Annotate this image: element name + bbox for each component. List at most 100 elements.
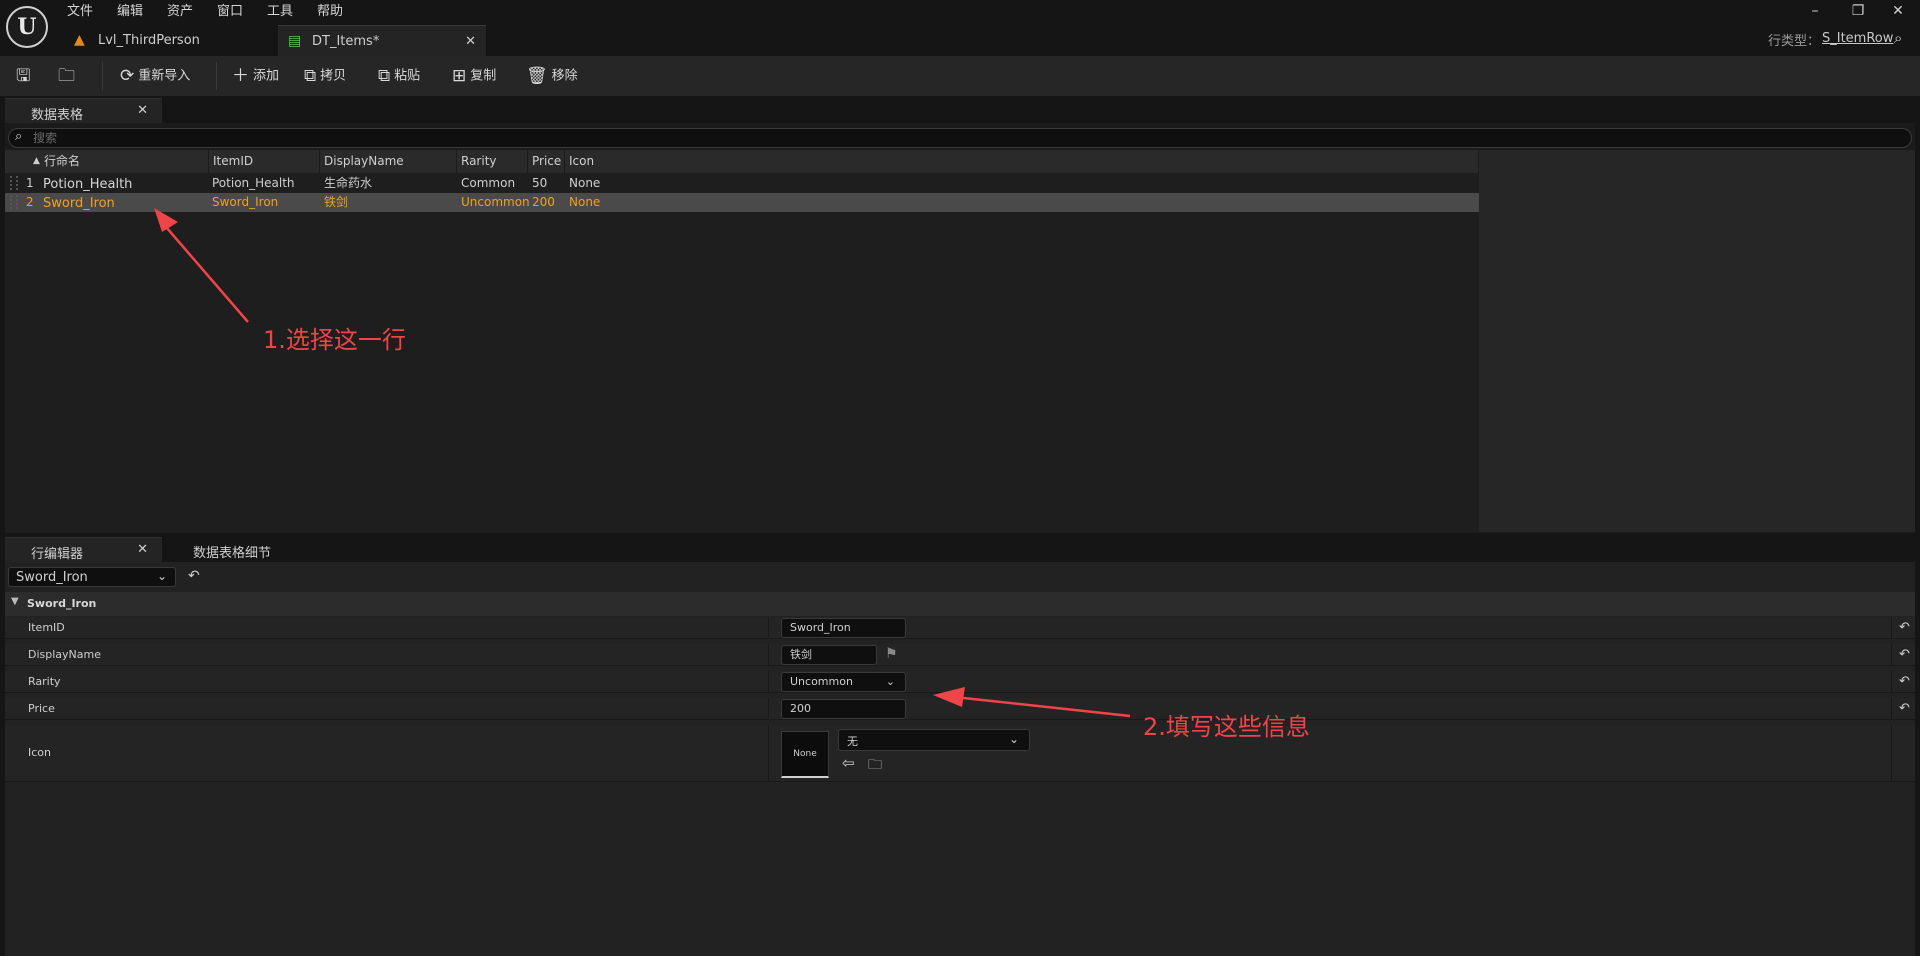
column-header-displayname[interactable]: DisplayName [320,150,457,173]
minimize-icon[interactable]: – [1800,2,1830,20]
reset-arrow-icon[interactable]: ↶ [1899,674,1910,689]
browse-asset-icon[interactable]: 🗀 [868,754,882,778]
cell-itemid: Potion_Health [212,176,295,190]
tab-row-editor[interactable]: 行编辑器 ✕ [5,537,162,562]
close-icon[interactable]: ✕ [465,26,476,57]
chevron-down-icon: ⌄ [885,675,895,688]
chevron-down-icon: ⌄ [1008,732,1019,746]
tab-level[interactable]: ▲ Lvl_ThirdPerson [64,25,276,56]
close-icon[interactable]: ✕ [137,542,148,557]
datatable-icon: ▤ [288,33,302,49]
category-title: Sword_Iron [27,597,97,610]
cell-rarity: Common [461,176,516,190]
row-type-label: 行类型： [1768,34,1821,49]
row-select-dropdown[interactable]: Sword_Iron ⌄ [8,567,176,587]
annotation-arrow-1 [154,208,249,323]
annotation-arrow-2 [933,687,1131,718]
annotation-text-2: 2.填写这些信息 [1143,713,1310,741]
save-button[interactable]: 🖫 [16,56,34,96]
trash-icon: 🗑 [526,66,548,86]
localization-flag-icon[interactable]: ⚑ [885,646,898,662]
tab-label: 数据表格 [31,108,84,123]
use-selected-asset-icon[interactable]: ⇦ [842,754,855,772]
cell-price: 200 [532,195,555,209]
paste-button[interactable]: ⧉ 粘贴 [378,56,420,96]
rarity-dropdown[interactable]: Uncommon ⌄ [781,672,906,692]
close-window-icon[interactable]: ✕ [1883,2,1913,20]
cell-icon: None [569,195,601,209]
property-label: Rarity [28,675,61,688]
itemid-input[interactable]: Sword_Iron [781,618,906,638]
menu-asset[interactable]: 资产 [167,3,193,21]
duplicate-label: 复制 [470,68,497,84]
sort-ascending-icon: ▲ [33,156,40,166]
browse-button[interactable]: 🗀 [58,56,79,96]
row-index: 1 [26,176,34,190]
copy-button[interactable]: ⧉ 拷贝 [304,56,346,96]
tab-data-table[interactable]: 数据表格 ✕ [5,98,162,123]
duplicate-icon: ⊞ [452,66,467,86]
cell-rarity: Uncommon [461,195,530,209]
reimport-icon: ⟳ [120,66,135,86]
menu-tools[interactable]: 工具 [267,3,293,21]
menu-edit[interactable]: 编辑 [117,3,143,21]
icon-asset-value: 无 [847,735,858,748]
unreal-logo-icon[interactable]: U [6,6,48,48]
table-empty-area [1479,150,1915,532]
row-select-value: Sword_Iron [16,570,88,585]
rarity-value: Uncommon [790,675,853,688]
cell-displayname: 生命药水 [324,176,373,190]
collapse-arrow-icon: ▼ [11,596,19,607]
column-header-label: 行命名 [44,154,81,168]
tab-label: DT_Items* [312,34,380,49]
remove-button[interactable]: 🗑 移除 [526,56,578,96]
paste-icon: ⧉ [378,66,391,86]
cell-price: 50 [532,176,548,190]
category-header[interactable]: ▼ Sword_Iron [5,592,1915,616]
reimport-button[interactable]: ⟳ 重新导入 [120,56,190,96]
column-header-rarity[interactable]: Rarity [457,150,528,173]
annotation-text-1: 1.选择这一行 [263,326,406,354]
save-icon: 🖫 [16,66,31,86]
tab-data-table-details[interactable]: 数据表格细节 [193,542,271,561]
chevron-down-icon: ⌄ [156,569,167,583]
tab-datatable[interactable]: ▤ DT_Items* ✕ [278,25,486,56]
duplicate-button[interactable]: ⊞ 复制 [452,56,496,96]
row-type-link[interactable]: S_ItemRow [1822,31,1893,46]
drag-handle-icon[interactable] [10,176,18,190]
menu-file[interactable]: 文件 [67,3,93,21]
reset-arrow-icon[interactable]: ↶ [1899,647,1910,662]
search-input[interactable] [33,130,1893,146]
paste-label: 粘贴 [394,68,421,84]
plus-icon: ＋ [232,66,249,86]
add-label: 添加 [253,68,280,84]
close-icon[interactable]: ✕ [137,103,148,118]
reset-arrow-icon[interactable]: ↶ [1899,620,1910,635]
drag-handle-icon[interactable] [10,195,18,209]
displayname-input[interactable]: 铁剑 [781,645,877,665]
copy-icon: ⧉ [304,66,317,86]
menu-window[interactable]: 窗口 [217,3,243,21]
reset-arrow-icon[interactable]: ↶ [188,568,200,584]
column-header-icon[interactable]: Icon [565,150,1479,173]
divider [102,62,103,90]
property-label: DisplayName [28,648,101,661]
add-button[interactable]: ＋添加 [232,56,279,96]
property-label: ItemID [28,621,65,634]
column-header-row-name[interactable]: ▲ 行命名 [5,150,209,173]
search-icon[interactable]: ⌕ [1894,29,1902,47]
reset-arrow-icon[interactable]: ↶ [1899,701,1910,716]
reimport-label: 重新导入 [138,68,191,84]
search-box[interactable]: ⌕ [8,128,1912,148]
restore-icon[interactable]: ❐ [1843,2,1873,20]
tab-label: 行编辑器 [31,547,84,562]
row-name: Sword_Iron [43,196,115,211]
menu-help[interactable]: 帮助 [317,3,343,21]
column-header-price[interactable]: Price [528,150,565,173]
level-icon: ▲ [74,32,85,48]
price-input[interactable]: 200 [781,699,906,719]
remove-label: 移除 [551,68,578,84]
column-header-itemid[interactable]: ItemID [209,150,320,173]
icon-asset-dropdown[interactable]: 无 ⌄ [838,729,1030,751]
icon-thumbnail[interactable]: None [781,731,829,778]
